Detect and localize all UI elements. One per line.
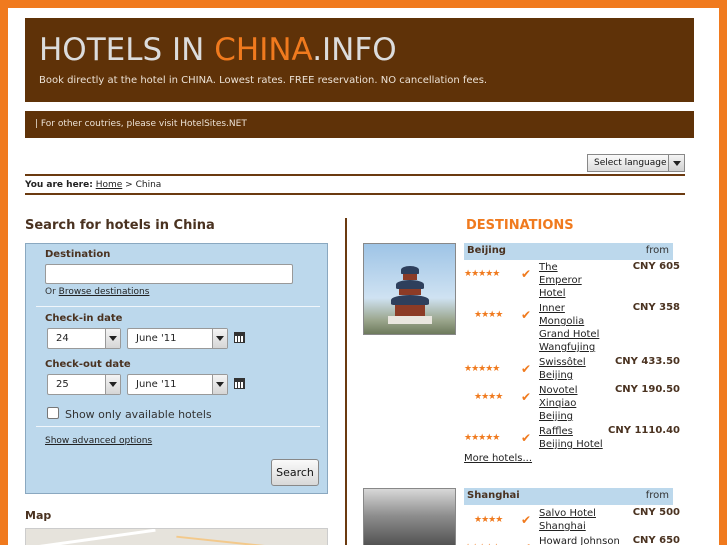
city-name: Beijing [467, 245, 506, 256]
breadcrumb-current: China [135, 180, 162, 190]
checkin-month-select[interactable]: June '11 [127, 328, 228, 349]
available-only-label: Show only available hotels [65, 408, 212, 421]
chevron-down-icon [105, 329, 120, 348]
hotel-link[interactable]: Raffles Beijing Hotel [539, 425, 609, 451]
breadcrumb: You are here: Home > China [25, 180, 161, 190]
from-label: from [645, 490, 669, 501]
temple-of-heaven-image [388, 266, 432, 324]
hotel-price: CNY 433.50 [614, 356, 680, 367]
calendar-icon[interactable] [234, 378, 245, 389]
chevron-down-icon [668, 155, 684, 171]
divider-top [25, 174, 685, 176]
map-title: Map [25, 509, 52, 522]
breadcrumb-separator: > [125, 180, 133, 190]
star-rating-5: ★★★★★ [464, 433, 500, 443]
checkin-day-select[interactable]: 24 [47, 328, 121, 349]
hotel-link[interactable]: The Emperor Hotel [539, 261, 585, 300]
chevron-down-icon [105, 375, 120, 394]
star-rating-5: ★★★★★ [464, 269, 500, 279]
check-icon: ✔ [521, 390, 532, 404]
star-rating-4: ★★★★ [474, 310, 503, 320]
from-label: from [645, 245, 669, 256]
search-form: Destination Or Browse destinations Check… [25, 243, 328, 494]
site-title-part1: HOTELS IN [39, 32, 215, 68]
hotel-link[interactable]: Howard Johnson [539, 535, 620, 545]
site-header: HOTELS IN CHINA.INFO Book directly at th… [25, 18, 694, 102]
map[interactable] [25, 528, 328, 545]
hotel-row: ★★★★★ ✔ Raffles Beijing Hotel CNY 1110.4… [464, 425, 680, 452]
site-title-accent: CHINA [214, 32, 313, 68]
hotel-price: CNY 358 [632, 302, 680, 313]
breadcrumb-prefix: You are here: [25, 180, 93, 190]
calendar-icon[interactable] [234, 332, 245, 343]
search-title: Search for hotels in China [25, 218, 215, 233]
checkin-day-value: 24 [56, 333, 69, 344]
divider-bottom [25, 193, 685, 195]
checkin-label: Check-in date [45, 313, 123, 324]
language-select-label: Select language [594, 158, 667, 168]
available-only-checkbox[interactable] [47, 407, 59, 419]
hotel-price: CNY 190.50 [614, 384, 680, 395]
chevron-down-icon [212, 329, 227, 348]
more-hotels-link[interactable]: More hotels... [464, 453, 532, 464]
star-rating-5: ★★★★★ [464, 364, 500, 374]
hotel-price: CNY 605 [632, 261, 680, 272]
check-icon: ✔ [521, 541, 531, 545]
hotel-price: CNY 500 [632, 507, 680, 518]
hotel-row: ★★★★ ✔ Inner Mongolia Grand Hotel Wangfu… [464, 302, 680, 356]
check-icon: ✔ [521, 362, 532, 376]
hotel-link[interactable]: Swissôtel Beijing [539, 356, 595, 382]
other-countries-bar: | For other coutries, please visit Hotel… [25, 111, 694, 138]
tagline: Book directly at the hotel in CHINA. Low… [39, 75, 488, 86]
check-icon: ✔ [521, 431, 532, 445]
hotel-row: ★★★★★ ✔ Howard Johnson CNY 650 [464, 535, 680, 545]
city-header-beijing[interactable]: Beijing from [464, 243, 673, 260]
language-select[interactable]: Select language [587, 154, 685, 172]
advanced-options-row: Show advanced options [45, 436, 152, 446]
chevron-down-icon [212, 375, 227, 394]
search-button[interactable]: Search [271, 459, 319, 486]
column-divider [345, 218, 347, 545]
advanced-options-link[interactable]: Show advanced options [45, 436, 152, 446]
beijing-photo[interactable] [363, 243, 456, 335]
star-rating-4: ★★★★ [474, 392, 503, 402]
checkout-label: Check-out date [45, 359, 131, 370]
checkout-month-value: June '11 [136, 379, 177, 390]
site-title-part2: .INFO [312, 32, 397, 68]
hotel-row: ★★★★★ ✔ The Emperor Hotel CNY 605 [464, 261, 680, 301]
hotel-link[interactable]: Inner Mongolia Grand Hotel Wangfujing [539, 302, 603, 354]
destination-input[interactable] [45, 264, 293, 284]
check-icon: ✔ [521, 308, 532, 322]
hotel-link[interactable]: Novotel Xinqiao Beijing [539, 384, 585, 423]
hotel-row: ★★★★ ✔ Salvo Hotel Shanghai CNY 500 [464, 507, 680, 534]
city-name: Shanghai [467, 490, 520, 501]
site-title[interactable]: HOTELS IN CHINA.INFO [39, 32, 397, 68]
hotel-row: ★★★★ ✔ Novotel Xinqiao Beijing CNY 190.5… [464, 384, 680, 424]
hotel-row: ★★★★★ ✔ Swissôtel Beijing CNY 433.50 [464, 356, 680, 383]
shanghai-photo[interactable] [363, 488, 456, 545]
page: HOTELS IN CHINA.INFO Book directly at th… [8, 8, 719, 545]
separator [36, 306, 320, 307]
hotel-link[interactable]: Salvo Hotel Shanghai [539, 507, 605, 533]
hotel-price: CNY 1110.40 [608, 425, 680, 436]
checkin-month-value: June '11 [136, 333, 177, 344]
destination-label: Destination [45, 249, 111, 260]
destinations-title: DESTINATIONS [466, 218, 574, 233]
breadcrumb-home-link[interactable]: Home [96, 180, 123, 190]
check-icon: ✔ [521, 513, 532, 527]
checkout-month-select[interactable]: June '11 [127, 374, 228, 395]
city-header-shanghai[interactable]: Shanghai from [464, 488, 673, 505]
or-text: Or [45, 287, 56, 297]
checkout-day-select[interactable]: 25 [47, 374, 121, 395]
separator [36, 426, 320, 427]
browse-destinations-row: Or Browse destinations [45, 287, 149, 297]
star-rating-4: ★★★★ [474, 515, 503, 525]
check-icon: ✔ [521, 267, 532, 281]
checkout-day-value: 25 [56, 379, 69, 390]
other-countries-text[interactable]: | For other coutries, please visit Hotel… [35, 119, 247, 129]
browse-destinations-link[interactable]: Browse destinations [59, 287, 150, 297]
hotel-price: CNY 650 [632, 535, 680, 545]
